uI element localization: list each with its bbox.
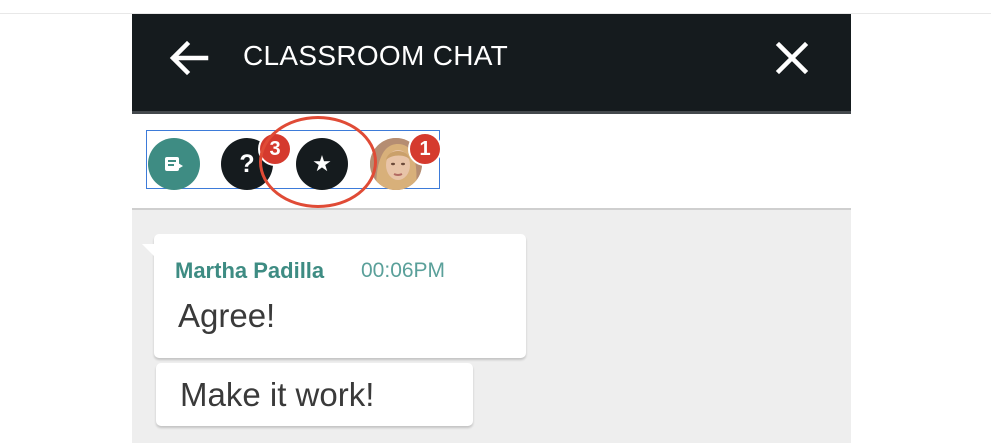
- user-count-badge: 1: [408, 132, 442, 166]
- message-timestamp: 00:06PM: [361, 259, 446, 282]
- close-button[interactable]: [772, 38, 812, 78]
- message-text: Make it work!: [180, 376, 375, 413]
- message-sender[interactable]: Martha Padilla: [175, 257, 324, 285]
- close-icon: [775, 41, 809, 75]
- message-text: Agree!: [178, 297, 276, 334]
- arrow-left-icon: [169, 40, 209, 76]
- message-list: Martha Padilla 00:06PM Agree! Make it wo…: [132, 210, 851, 443]
- message-bubble: Make it work!: [156, 363, 473, 426]
- starred-button[interactable]: ★: [296, 138, 348, 190]
- page-title: CLASSROOM CHAT: [243, 40, 509, 71]
- chat-toolbar: ? 3 ★ 1: [132, 114, 851, 210]
- message-bubble: Martha Padilla 00:06PM Agree!: [142, 234, 526, 358]
- questions-count-badge: 3: [258, 132, 292, 166]
- star-icon: ★: [312, 151, 332, 176]
- notes-button[interactable]: [148, 138, 200, 190]
- chat-header: CLASSROOM CHAT: [132, 14, 851, 114]
- classroom-chat-panel: CLASSROOM CHAT ? 3 ★ 1 Martha Padilla 00…: [132, 14, 851, 443]
- back-button[interactable]: [166, 36, 214, 80]
- question-mark-icon: ?: [239, 149, 255, 178]
- note-edit-icon: [165, 157, 183, 171]
